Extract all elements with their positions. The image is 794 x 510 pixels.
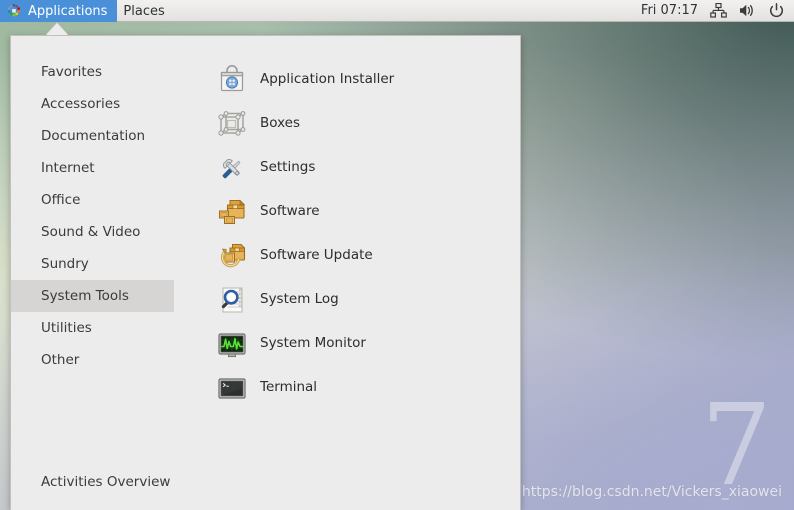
top-panel-left: Applications Places: [0, 0, 175, 22]
category-label: Utilities: [41, 320, 92, 336]
top-panel: Applications Places Fri 07:17: [0, 0, 794, 22]
app-label: Terminal: [260, 379, 318, 396]
category-item-sundry[interactable]: Sundry: [11, 248, 174, 280]
package-icon: [216, 196, 248, 228]
network-icon[interactable]: [710, 2, 727, 19]
category-item-office[interactable]: Office: [11, 184, 174, 216]
category-label: Internet: [41, 160, 95, 176]
gnome-pinwheel-icon: [6, 3, 22, 19]
category-label: Sundry: [41, 256, 89, 272]
package-refresh-icon: [216, 240, 248, 272]
category-item-accessories[interactable]: Accessories: [11, 88, 174, 120]
category-label: Office: [41, 192, 81, 208]
app-item-software[interactable]: Software: [174, 190, 520, 234]
menu-pointer-notch: [46, 23, 68, 35]
category-label: Other: [41, 352, 80, 368]
terminal-icon: [216, 372, 248, 404]
app-label: Software: [260, 203, 320, 220]
app-label: Application Installer: [260, 71, 395, 88]
app-item-boxes[interactable]: Boxes: [174, 102, 520, 146]
wireframe-box-icon: [216, 108, 248, 140]
sidebar-footer: Activities Overview: [11, 468, 174, 510]
app-label: Boxes: [260, 115, 301, 132]
top-panel-status-area: Fri 07:17: [641, 0, 794, 21]
category-label: Favorites: [41, 64, 102, 80]
app-item-settings[interactable]: Settings: [174, 146, 520, 190]
app-label: Software Update: [260, 247, 373, 264]
places-menu-button[interactable]: Places: [117, 0, 174, 22]
watermark-text: https://blog.csdn.net/Vickers_xiaowei: [521, 484, 782, 500]
category-sidebar: Favorites Accessories Documentation Inte…: [11, 36, 174, 510]
category-label: System Tools: [41, 288, 129, 304]
category-item-sound-and-video[interactable]: Sound & Video: [11, 216, 174, 248]
applications-menu-label: Applications: [28, 3, 108, 19]
app-item-application-installer[interactable]: Application Installer: [174, 58, 520, 102]
desktop-screen: 7 https://blog.csdn.net/Vickers_xiaowei: [0, 0, 794, 510]
applications-menu-popup: Favorites Accessories Documentation Inte…: [10, 35, 521, 510]
monitor-graph-icon: [216, 328, 248, 360]
category-item-other[interactable]: Other: [11, 344, 174, 376]
category-item-utilities[interactable]: Utilities: [11, 312, 174, 344]
category-item-internet[interactable]: Internet: [11, 152, 174, 184]
activities-overview-button[interactable]: Activities Overview: [11, 468, 174, 496]
places-menu-label: Places: [123, 3, 165, 19]
app-item-system-log[interactable]: System Log: [174, 278, 520, 322]
app-label: System Log: [260, 291, 339, 308]
app-item-software-update[interactable]: Software Update: [174, 234, 520, 278]
app-label: Settings: [260, 159, 316, 176]
category-label: Accessories: [41, 96, 121, 112]
wrench-screwdriver-icon: [216, 152, 248, 184]
power-icon[interactable]: [768, 2, 785, 19]
category-item-system-tools[interactable]: System Tools: [11, 280, 174, 312]
category-item-documentation[interactable]: Documentation: [11, 120, 174, 152]
activities-overview-label: Activities Overview: [41, 474, 171, 490]
category-label: Documentation: [41, 128, 146, 144]
shopping-bag-icon: [216, 64, 248, 96]
magnifier-document-icon: [216, 284, 248, 316]
top-panel-spacer: [175, 0, 641, 21]
clock-label[interactable]: Fri 07:17: [641, 3, 698, 18]
app-label: System Monitor: [260, 335, 366, 352]
applications-menu-button[interactable]: Applications: [0, 0, 118, 22]
app-item-system-monitor[interactable]: System Monitor: [174, 322, 520, 366]
category-label: Sound & Video: [41, 224, 141, 240]
app-item-terminal[interactable]: Terminal: [174, 366, 520, 410]
volume-icon[interactable]: [739, 2, 756, 19]
category-item-favorites[interactable]: Favorites: [11, 56, 174, 88]
application-list: Application Installer Boxes Settings Sof…: [174, 36, 520, 510]
